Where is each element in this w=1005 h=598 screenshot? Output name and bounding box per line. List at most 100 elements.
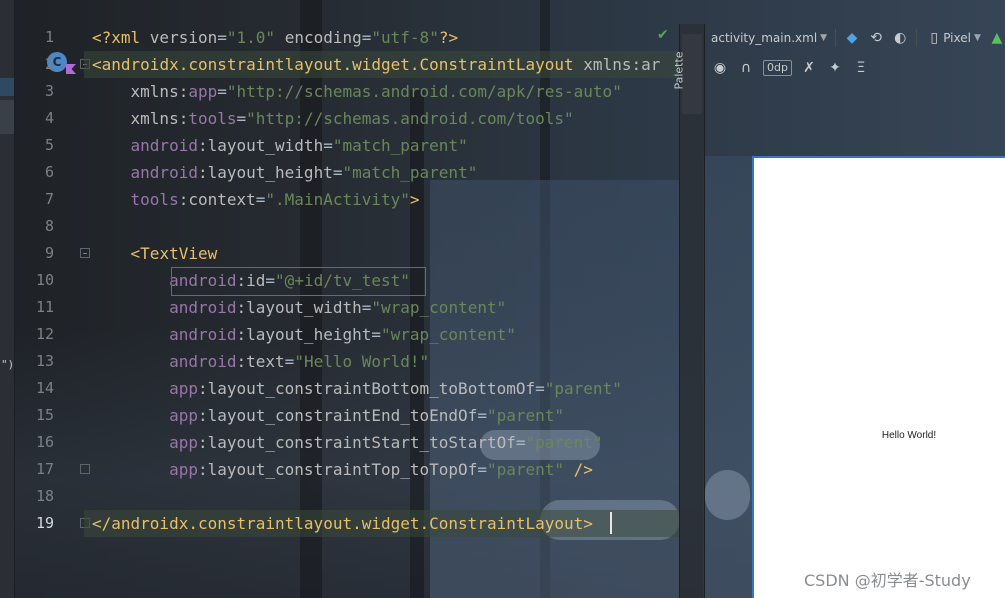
code-token: = xyxy=(236,109,247,128)
line-number: 3 xyxy=(44,82,54,100)
code-token: = xyxy=(361,298,372,317)
rotate-icon[interactable]: ⟲ xyxy=(868,29,884,47)
watermark: CSDN @初学者-Study xyxy=(804,571,971,590)
magnet-icon[interactable]: ∩ xyxy=(737,59,755,77)
code-token: /> xyxy=(573,460,593,479)
code-token: android xyxy=(169,325,237,344)
code-token: "match_parent" xyxy=(332,136,468,155)
line-number: 2 xyxy=(44,55,54,73)
code-token: :layout_width xyxy=(236,298,362,317)
line-number: 9 xyxy=(44,244,54,262)
code-line[interactable]: android:layout_width="match_parent" xyxy=(92,132,468,159)
code-token: :layout_constraintEnd_toEndOf xyxy=(197,406,478,425)
code-line[interactable]: android:layout_height="wrap_content" xyxy=(92,321,516,348)
code-line[interactable]: app:layout_constraintBottom_toBottomOf="… xyxy=(92,375,622,402)
code-token: = xyxy=(255,190,266,209)
code-editor[interactable]: <?xml version="1.0" encoding="utf-8"?> <a… xyxy=(84,24,679,598)
code-token: "wrap_content" xyxy=(381,325,516,344)
line-number: 6 xyxy=(44,163,54,181)
code-line[interactable]: </androidx.constraintlayout.widget.Const… xyxy=(92,510,593,537)
code-token: TextView xyxy=(140,244,218,263)
code-token: android xyxy=(130,163,198,182)
code-token: < xyxy=(92,55,102,74)
design-toolbar-bottom: ◉ ∩ 0dp ✗ ✦ Ξ xyxy=(703,54,1005,82)
clear-constraints-icon[interactable]: ✗ xyxy=(800,59,818,77)
code-token: = xyxy=(361,28,372,47)
default-margin-field[interactable]: 0dp xyxy=(763,60,792,76)
layout-preview[interactable]: Hello World! xyxy=(752,156,1005,598)
highlight-box xyxy=(171,267,426,296)
code-token: :layout_height xyxy=(236,325,372,344)
code-token: = xyxy=(217,28,227,47)
code-token: app xyxy=(169,433,198,452)
code-token: "http://schemas.android.com/apk/res-auto… xyxy=(226,82,622,101)
code-line[interactable]: xmlns:tools="http://schemas.android.com/… xyxy=(92,105,574,132)
line-number: 13 xyxy=(35,352,54,370)
code-line[interactable]: android:layout_width="wrap_content" xyxy=(92,294,506,321)
code-token: :context xyxy=(178,190,256,209)
code-token: xmlns: xyxy=(130,109,189,128)
file-dropdown[interactable]: activity_main.xml ▼ xyxy=(711,31,827,45)
device-dropdown[interactable]: ▯ Pixel ▼ xyxy=(925,29,981,47)
code-line[interactable]: android:text="Hello World!" xyxy=(92,348,429,375)
code-token: > xyxy=(583,514,593,533)
code-token: xml xyxy=(111,28,150,47)
code-token: "wrap_content" xyxy=(371,298,507,317)
inspection-ok-icon[interactable]: ✔ xyxy=(657,27,669,43)
code-line[interactable]: xmlns:app="http://schemas.android.com/ap… xyxy=(92,78,622,105)
eye-icon[interactable]: ◉ xyxy=(711,59,729,77)
line-number: 10 xyxy=(35,271,54,289)
preview-textview[interactable]: Hello World! xyxy=(754,430,1005,441)
line-number: 19 xyxy=(35,514,54,532)
magic-wand-icon[interactable]: ✦ xyxy=(826,59,844,77)
align-icon[interactable]: Ξ xyxy=(852,59,870,77)
line-number: 14 xyxy=(35,379,54,397)
code-line[interactable]: app:layout_constraintStart_toStartOf="pa… xyxy=(92,429,603,456)
code-token: androidx.constraintlayout.widget.Constra… xyxy=(101,55,574,74)
code-line[interactable]: app:layout_constraintEnd_toEndOf="parent… xyxy=(92,402,564,429)
code-token: app xyxy=(188,82,218,101)
android-icon[interactable]: ▲ xyxy=(989,29,1005,47)
code-line[interactable]: <androidx.constraintlayout.widget.Constr… xyxy=(92,51,660,78)
code-line[interactable]: tools:context=".MainActivity"> xyxy=(92,186,420,213)
code-token: = xyxy=(477,460,487,479)
layers-icon[interactable]: ◆ xyxy=(844,29,860,47)
code-token: androidx.constraintlayout.widget.Constra… xyxy=(111,514,584,533)
strip-highlight xyxy=(0,78,14,96)
code-line[interactable]: android:layout_height="match_parent" xyxy=(92,159,478,186)
line-number: 15 xyxy=(35,406,54,424)
code-token: "Hello World!" xyxy=(294,352,430,371)
file-dropdown-label: activity_main.xml xyxy=(711,31,818,45)
tool-window-strip: ") xyxy=(0,0,15,598)
line-number: 12 xyxy=(35,325,54,343)
palette-tab[interactable]: Palette xyxy=(673,34,702,114)
code-token: "parent" xyxy=(486,406,565,425)
palette-panel: Palette xyxy=(673,24,705,598)
code-line[interactable]: <TextView xyxy=(92,240,218,267)
code-token: android xyxy=(169,352,237,371)
theme-icon[interactable]: ◐ xyxy=(892,29,908,47)
line-number: 1 xyxy=(44,28,54,46)
code-line[interactable]: <?xml version="1.0" encoding="utf-8"?> xyxy=(92,24,458,51)
code-line[interactable]: app:layout_constraintTop_toTopOf="parent… xyxy=(92,456,593,483)
code-token: < xyxy=(130,244,141,263)
code-token: xmlns: xyxy=(130,82,189,101)
code-token: "1.0" xyxy=(226,28,276,47)
code-token: ?> xyxy=(438,28,459,47)
code-token: = xyxy=(515,433,526,452)
line-number: 16 xyxy=(35,433,54,451)
line-number: 18 xyxy=(35,487,54,505)
line-number: 4 xyxy=(44,109,54,127)
line-number: 8 xyxy=(44,217,54,235)
